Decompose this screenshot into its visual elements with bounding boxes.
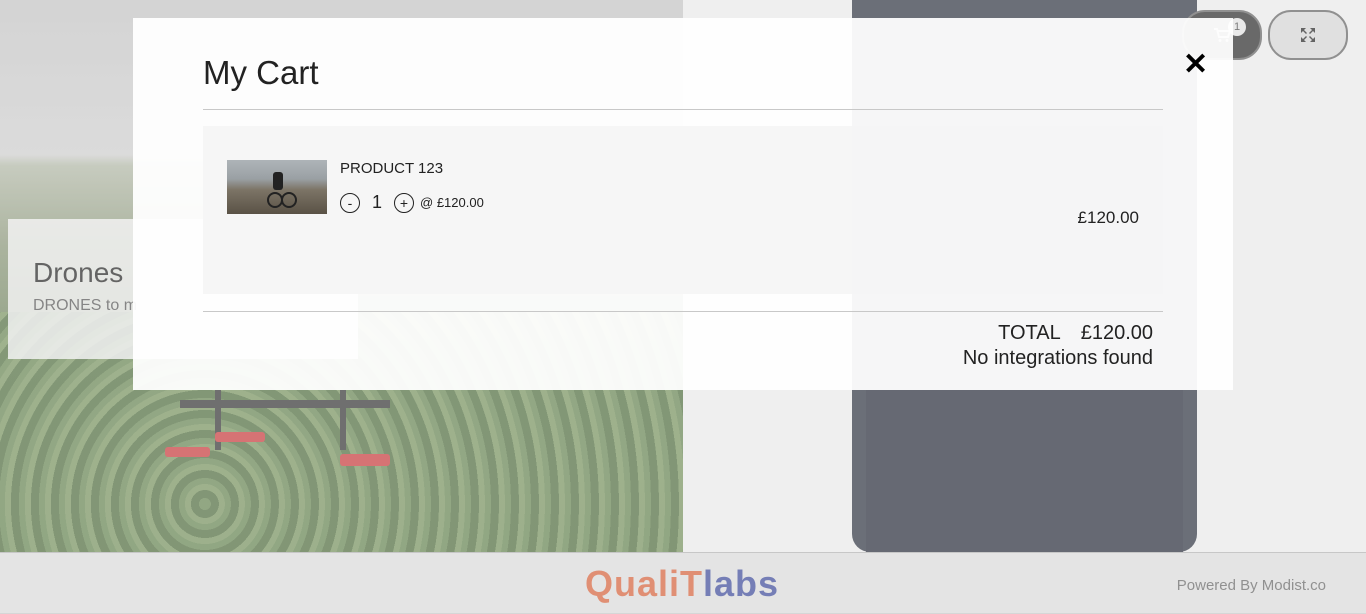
unit-price: @ £120.00: [420, 195, 484, 210]
modal-title: My Cart: [203, 54, 319, 91]
product-thumbnail[interactable]: [227, 160, 327, 214]
divider: [203, 109, 1163, 110]
integrations-message: No integrations found: [962, 347, 1153, 369]
bike-wheel: [281, 192, 297, 208]
quantity-stepper: - 1 + @ £120.00: [340, 192, 484, 213]
divider: [203, 311, 1163, 312]
cyclist-figure: [273, 172, 283, 190]
total-label: TOTAL: [998, 322, 1061, 344]
cart-total: TOTAL £120.00: [998, 322, 1153, 345]
cart-item: PRODUCT 123 - 1 + @ £120.00 £120.00: [203, 126, 1163, 294]
quantity-value: 1: [372, 192, 383, 212]
close-icon[interactable]: ✕: [1183, 50, 1208, 80]
decrease-qty-button[interactable]: -: [340, 192, 360, 213]
cart-modal: My Cart ✕ PRODUCT 123 - 1 + @ £120.00 £1…: [133, 18, 1233, 390]
total-value: £120.00: [1080, 322, 1153, 344]
product-name[interactable]: PRODUCT 123: [340, 160, 443, 177]
line-total: £120.00: [1077, 208, 1139, 227]
increase-qty-button[interactable]: +: [394, 192, 415, 213]
